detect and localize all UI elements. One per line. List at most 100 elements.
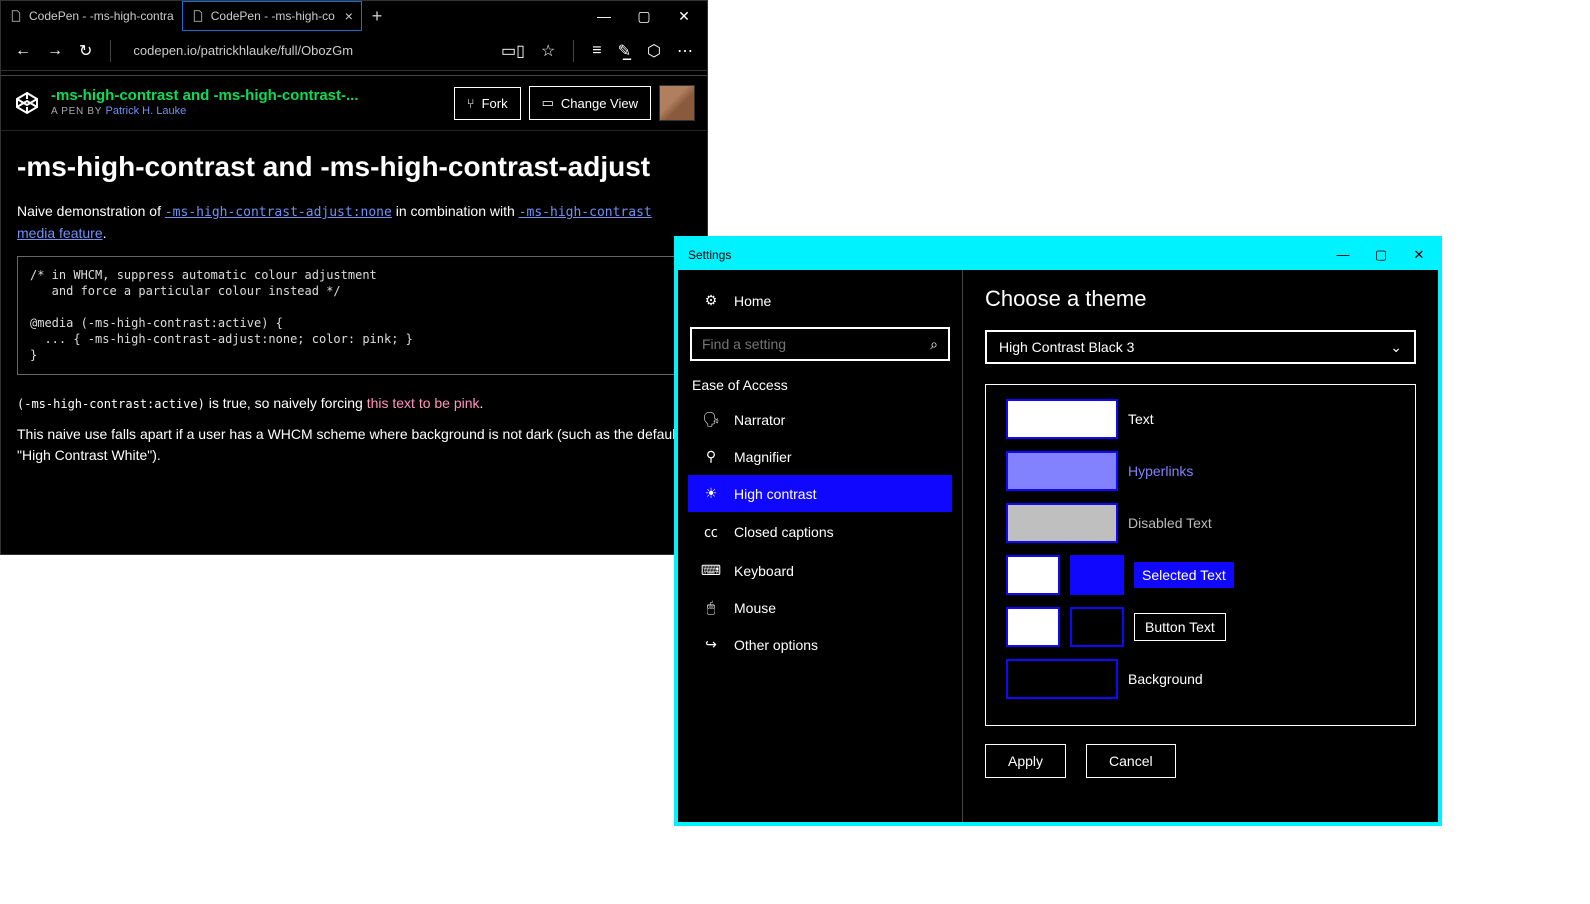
apply-button[interactable]: Apply bbox=[985, 744, 1066, 778]
other-icon: ↪ bbox=[702, 636, 720, 653]
theme-dropdown[interactable]: High Contrast Black 3 ⌄ bbox=[985, 330, 1416, 364]
color-row-button: Button Text bbox=[1006, 607, 1395, 647]
sidebar-item-other-options[interactable]: ↪ Other options bbox=[688, 626, 952, 663]
window-controls: — ▢ ✕ bbox=[1334, 247, 1428, 263]
sidebar-item-magnifier[interactable]: ⚲ Magnifier bbox=[688, 438, 952, 475]
inline-code: (-ms-high-contrast:active) bbox=[17, 397, 205, 411]
pen-title[interactable]: -ms-high-contrast and -ms-high-contrast-… bbox=[51, 87, 359, 105]
text: is true, so naively forcing bbox=[205, 395, 367, 411]
intro-paragraph: Naive demonstration of -ms-high-contrast… bbox=[17, 201, 691, 244]
color-label: Hyperlinks bbox=[1128, 463, 1193, 479]
text: in combination with bbox=[392, 203, 519, 219]
keyboard-icon: ⌨ bbox=[702, 562, 720, 579]
sidebar-label: Magnifier bbox=[734, 449, 792, 465]
result-paragraph: (-ms-high-contrast:active) is true, so n… bbox=[17, 393, 691, 414]
closed-captions-icon: ㏄ bbox=[702, 522, 720, 542]
share-icon[interactable]: ⬡ bbox=[647, 41, 661, 61]
sidebar-category: Ease of Access bbox=[688, 369, 952, 401]
more-icon[interactable]: ⋯ bbox=[677, 41, 693, 61]
sidebar-item-narrator[interactable]: 🗣 Narrator bbox=[688, 401, 952, 438]
sidebar-label: High contrast bbox=[734, 486, 816, 502]
sidebar-item-home[interactable]: ⚙ Home bbox=[688, 282, 952, 319]
page-heading: -ms-high-contrast and -ms-high-contrast-… bbox=[17, 151, 691, 183]
minimize-button[interactable]: — bbox=[1334, 247, 1352, 263]
hub-icon[interactable]: ≡ bbox=[592, 42, 601, 60]
sidebar-item-mouse[interactable]: 🖱 Mouse bbox=[688, 589, 952, 626]
user-avatar[interactable] bbox=[659, 85, 695, 121]
settings-window: Settings — ▢ ✕ ⚙ Home ⌕ Ease of Access 🗣… bbox=[674, 236, 1442, 826]
page-icon bbox=[9, 9, 23, 23]
sidebar-label: Narrator bbox=[734, 412, 785, 428]
color-row-selected: Selected Text bbox=[1006, 555, 1395, 595]
swatch-hyperlinks[interactable] bbox=[1006, 451, 1118, 491]
swatch-text[interactable] bbox=[1006, 399, 1118, 439]
settings-title: Settings bbox=[688, 248, 731, 262]
narrator-icon: 🗣 bbox=[702, 411, 720, 428]
color-customization-list: Text Hyperlinks Disabled Text Selected T… bbox=[985, 384, 1416, 726]
change-view-button[interactable]: ▭ Change View bbox=[529, 86, 651, 120]
new-tab-button[interactable]: + bbox=[362, 6, 392, 27]
forward-button[interactable]: → bbox=[47, 42, 63, 60]
fork-label: Fork bbox=[482, 96, 508, 111]
high-contrast-icon: ☀ bbox=[702, 485, 720, 502]
minimize-button[interactable]: — bbox=[595, 8, 613, 25]
favorite-icon[interactable]: ☆ bbox=[541, 41, 555, 61]
browser-tab-inactive[interactable]: CodePen - -ms-high-contra bbox=[1, 1, 182, 31]
swatch-button-bg[interactable] bbox=[1070, 607, 1124, 647]
reading-view-icon[interactable]: ▭▯ bbox=[501, 41, 525, 61]
sidebar-item-high-contrast[interactable]: ☀ High contrast bbox=[688, 475, 952, 512]
caveat-paragraph: This naive use falls apart if a user has… bbox=[17, 424, 691, 466]
address-bar-actions: ▭▯ ☆ ≡ ✎̲ ⬡ ⋯ bbox=[501, 40, 693, 62]
code-block: /* in WHCM, suppress automatic colour ad… bbox=[17, 256, 691, 375]
swatch-selected-fg[interactable] bbox=[1006, 555, 1060, 595]
color-label: Selected Text bbox=[1134, 562, 1234, 588]
link-high-contrast[interactable]: -ms-high-contrast bbox=[519, 205, 652, 220]
tab-label: CodePen - -ms-high-co bbox=[211, 9, 335, 23]
sidebar-item-keyboard[interactable]: ⌨ Keyboard bbox=[688, 552, 952, 589]
tab-label: CodePen - -ms-high-contra bbox=[29, 9, 174, 23]
author-link[interactable]: Patrick H. Lauke bbox=[105, 105, 186, 117]
view-icon: ▭ bbox=[542, 95, 554, 111]
codepen-logo-icon[interactable] bbox=[13, 89, 41, 117]
mouse-icon: 🖱 bbox=[702, 599, 720, 616]
divider bbox=[110, 40, 111, 62]
close-window-button[interactable]: ✕ bbox=[675, 8, 693, 25]
url-text[interactable]: codepen.io/patrickhlauke/full/ObozGm bbox=[133, 43, 353, 58]
fork-button[interactable]: ⑂ Fork bbox=[454, 87, 521, 120]
link-media-feature[interactable]: media feature bbox=[17, 225, 103, 241]
maximize-button[interactable]: ▢ bbox=[1372, 247, 1390, 263]
divider bbox=[573, 40, 574, 62]
search-icon: ⌕ bbox=[930, 336, 938, 353]
settings-action-buttons: Apply Cancel bbox=[985, 744, 1416, 778]
sidebar-item-closed-captions[interactable]: ㏄ Closed captions bbox=[688, 512, 952, 552]
refresh-button[interactable]: ↻ bbox=[79, 41, 92, 61]
swatch-disabled[interactable] bbox=[1006, 503, 1118, 543]
color-row-hyperlinks: Hyperlinks bbox=[1006, 451, 1395, 491]
theme-selected-value: High Contrast Black 3 bbox=[999, 339, 1134, 355]
settings-search[interactable]: ⌕ bbox=[690, 327, 950, 361]
tab-strip: CodePen - -ms-high-contra CodePen - -ms-… bbox=[1, 1, 707, 31]
search-input[interactable] bbox=[702, 336, 930, 352]
text: . bbox=[480, 395, 484, 411]
chevron-down-icon: ⌄ bbox=[1390, 339, 1402, 356]
cancel-button[interactable]: Cancel bbox=[1086, 744, 1176, 778]
pen-byline: A PEN BY Patrick H. Lauke bbox=[51, 105, 359, 118]
settings-titlebar: Settings — ▢ ✕ bbox=[678, 240, 1438, 270]
window-controls: — ▢ ✕ bbox=[595, 8, 707, 25]
browser-tab-active[interactable]: CodePen - -ms-high-co × bbox=[182, 1, 362, 31]
maximize-button[interactable]: ▢ bbox=[635, 8, 653, 25]
swatch-selected-bg[interactable] bbox=[1070, 555, 1124, 595]
close-window-button[interactable]: ✕ bbox=[1410, 247, 1428, 263]
close-tab-icon[interactable]: × bbox=[345, 8, 353, 24]
back-button[interactable]: ← bbox=[15, 42, 31, 60]
color-row-text: Text bbox=[1006, 399, 1395, 439]
page-content: -ms-high-contrast and -ms-high-contrast-… bbox=[1, 131, 707, 496]
settings-main: Choose a theme High Contrast Black 3 ⌄ T… bbox=[963, 270, 1438, 822]
swatch-background[interactable] bbox=[1006, 659, 1118, 699]
notes-icon[interactable]: ✎̲ bbox=[618, 41, 631, 61]
swatch-button-fg[interactable] bbox=[1006, 607, 1060, 647]
sidebar-label: Home bbox=[734, 293, 771, 309]
link-adjust-none[interactable]: -ms-high-contrast-adjust:none bbox=[165, 205, 392, 220]
pink-text: this text to be pink bbox=[367, 395, 480, 411]
color-row-disabled: Disabled Text bbox=[1006, 503, 1395, 543]
